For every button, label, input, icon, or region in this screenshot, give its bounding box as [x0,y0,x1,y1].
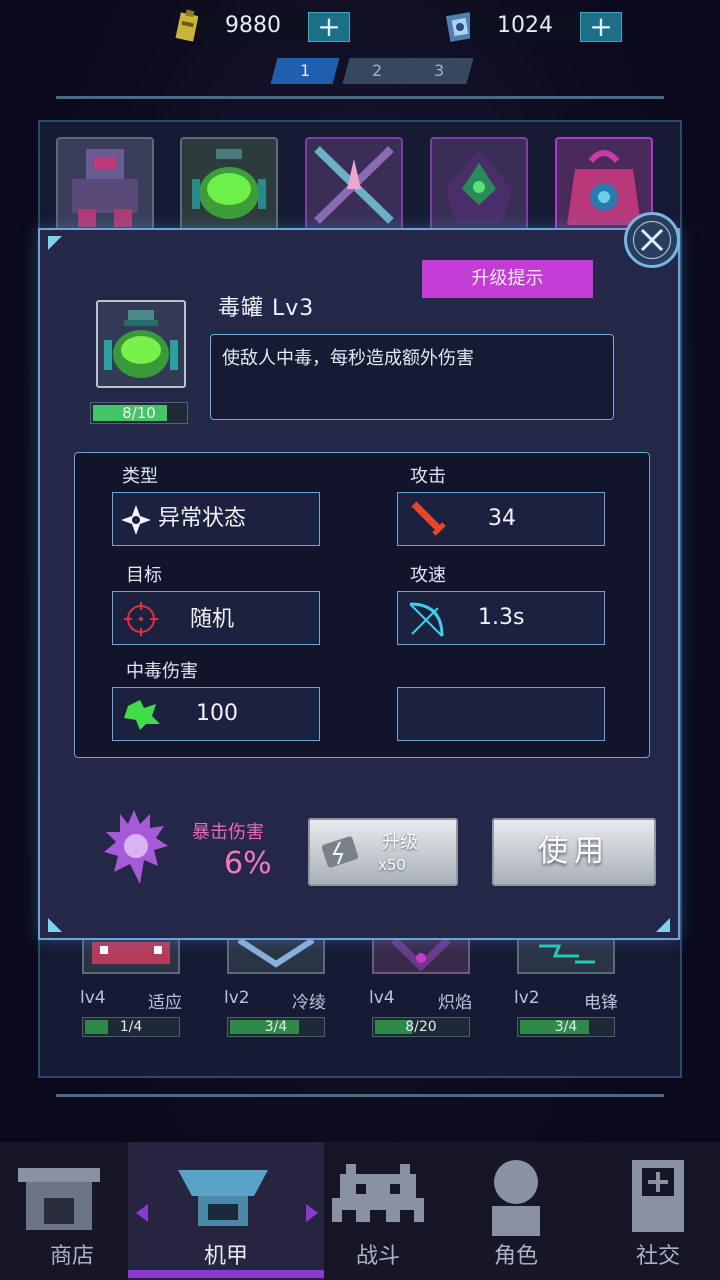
nav-social-label: 社交 [635,1244,680,1269]
top-divider [56,96,664,99]
battery-icon [321,836,359,868]
upgrade-hint-button[interactable]: 升级提示 [422,260,593,298]
page-tab-2[interactable]: 2 [342,58,412,84]
nav-battle[interactable]: 战斗 [306,1142,450,1280]
lower-item-1[interactable] [82,938,180,974]
bottom-divider [56,1094,664,1097]
corner-marker-tl [48,236,62,250]
gold-value: 9880 [225,13,281,38]
poison-jar-icon [192,149,266,219]
arrow-left-icon [136,1204,148,1222]
mech-item-4[interactable] [430,137,528,233]
mech-icon [178,1170,268,1226]
nav-social[interactable]: 社交 [586,1142,720,1280]
close-button[interactable] [624,212,680,268]
robot-icon [72,149,138,227]
hooded-figure-icon [446,149,512,223]
item-3-level: lv4 [369,988,395,1008]
lower-item-4[interactable] [517,938,615,974]
bow-icon [409,602,444,637]
status-effect-icon [121,505,151,535]
flame-icon [391,937,451,972]
item-4-name: 电锋 [584,993,618,1013]
add-gold-button[interactable]: + [308,12,350,42]
nav-mech[interactable]: 机甲 [128,1142,324,1280]
ice-wing-icon [237,937,315,968]
item-2-progress: 3/4 [227,1017,325,1037]
crit-damage-value: 6% [224,846,272,881]
sword-icon [411,501,446,536]
item-1-name: 适应 [148,993,182,1013]
crit-fist-icon [104,810,168,884]
attack-value: 34 [488,506,516,531]
upgrade-label: 升级 [382,832,418,853]
crosshair-icon [124,602,158,636]
mech-item-1[interactable] [56,137,154,233]
item-1-level: lv4 [80,988,106,1008]
social-icon [632,1160,684,1232]
monster-mouth-icon [92,942,170,964]
mech-item-3[interactable] [305,137,403,233]
gem-value: 1024 [497,13,553,38]
empty-stat-box [397,687,605,741]
upgrade-cost: x50 [378,856,406,874]
use-label: 使用 [538,834,610,869]
shop-icon [18,1168,100,1230]
lower-item-3[interactable] [372,937,470,974]
nav-character[interactable]: 角色 [444,1142,588,1280]
item-2-name: 冷绫 [292,993,326,1013]
target-label: 目标 [126,565,162,586]
bottom-nav: 商店 机甲 战斗 角色 社交 [0,1142,720,1280]
item-3-name: 炽焰 [438,993,472,1013]
shard-progress: 8/10 [90,402,188,424]
mech-item-2[interactable] [180,137,278,233]
add-gem-button[interactable]: + [580,12,622,42]
target-value: 随机 [190,607,235,632]
type-value: 异常状态 [158,506,247,531]
poison-damage-value: 100 [196,701,238,726]
item-2-level: lv2 [224,988,250,1008]
item-description: 使敌人中毒，每秒造成额外伤害 [222,348,474,369]
speed-value: 1.3s [478,605,525,630]
item-1-progress: 1/4 [82,1017,180,1037]
character-icon [492,1160,540,1236]
crit-damage-label: 暴击伤害 [192,822,264,843]
nav-shop-label: 商店 [49,1244,94,1269]
poison-splat-icon [124,700,160,730]
item-portrait [96,300,186,388]
speed-label: 攻速 [410,565,446,586]
invader-icon [332,1164,424,1222]
lower-item-2[interactable] [227,937,325,974]
corner-marker-br [656,918,670,932]
lightning-icon [539,944,595,964]
poison-jar-icon [104,310,178,378]
item-4-level: lv2 [514,988,540,1008]
attack-label: 攻击 [410,466,446,487]
page-tab-1[interactable]: 1 [270,58,340,84]
nav-battle-label: 战斗 [355,1244,400,1269]
nav-shop[interactable]: 商店 [0,1142,144,1280]
item-4-progress: 3/4 [517,1017,615,1037]
close-icon [640,228,664,252]
item-title: 毒罐 Lv3 [218,296,315,321]
nav-character-label: 角色 [493,1244,538,1269]
poison-damage-label: 中毒伤害 [126,661,198,682]
item-3-progress: 8/20 [372,1017,470,1037]
type-label: 类型 [122,466,158,487]
nav-active-indicator [128,1270,324,1278]
nav-mech-label: 机甲 [203,1244,248,1269]
corner-marker-bl [48,918,62,932]
crossed-blades-icon [314,146,394,224]
page-tab-3[interactable]: 3 [404,58,474,84]
